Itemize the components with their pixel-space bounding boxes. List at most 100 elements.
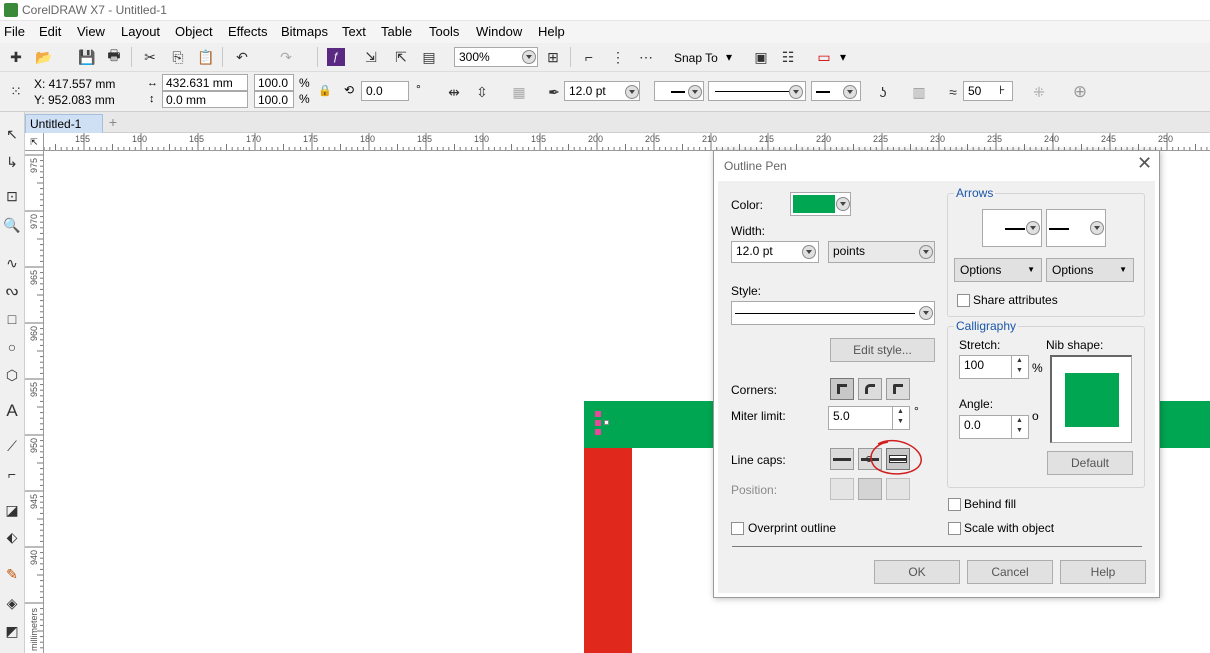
application-launcher-icon[interactable]: ☷ — [779, 48, 797, 66]
position-inside-button[interactable] — [886, 478, 910, 500]
overprint-checkbox[interactable] — [731, 522, 744, 535]
ellipse-tool-icon[interactable]: ○ — [2, 337, 22, 357]
connector-tool-icon[interactable]: ⌐ — [2, 464, 22, 484]
pick-tool-icon[interactable]: ↖ — [2, 124, 22, 144]
ok-button[interactable]: OK — [874, 560, 960, 584]
outline-width-dropdown-icon[interactable] — [625, 85, 639, 99]
redo-icon[interactable]: ↷ — [277, 48, 295, 66]
wrap-text-icon[interactable]: ▦ — [510, 83, 528, 101]
menu-tools[interactable]: Tools — [429, 24, 459, 39]
full-screen-icon[interactable]: ⊞ — [544, 48, 562, 66]
options-icon[interactable]: ▣ — [752, 48, 770, 66]
save-icon[interactable]: 💾 — [78, 48, 96, 66]
start-arrow-dropdown-icon[interactable] — [688, 85, 702, 99]
behind-fill-checkbox[interactable] — [948, 498, 961, 511]
menu-edit[interactable]: Edit — [39, 24, 61, 39]
node-handle[interactable] — [595, 411, 601, 417]
style-dropdown-icon[interactable] — [919, 306, 933, 320]
shape-tool-icon[interactable]: ↳ — [2, 152, 22, 172]
close-curve-icon[interactable]: ʖ — [874, 83, 892, 101]
node-handle[interactable] — [595, 429, 601, 435]
help-button[interactable]: Help — [1060, 560, 1146, 584]
menu-object[interactable]: Object — [175, 24, 213, 39]
slider-icon[interactable]: ⊦ — [999, 83, 1005, 97]
smoothing-field[interactable]: 50 — [963, 81, 1013, 101]
wrap-icon[interactable]: ▥ — [910, 83, 928, 101]
menu-window[interactable]: Window — [476, 24, 522, 39]
start-arrow-options-button[interactable]: Options ▼ — [954, 258, 1042, 282]
rotation-field[interactable]: 0.0 — [361, 81, 409, 101]
rulers-icon[interactable]: ⌐ — [580, 48, 598, 66]
x-position-field[interactable]: X: 417.557 mm — [34, 77, 115, 91]
menu-layout[interactable]: Layout — [121, 24, 160, 39]
nib-shape-preview[interactable] — [1050, 355, 1132, 443]
smart-fill-icon[interactable]: ◩ — [2, 621, 22, 641]
color-dropdown-icon[interactable] — [836, 197, 850, 211]
corner-round-button[interactable] — [858, 378, 882, 400]
menu-text[interactable]: Text — [342, 24, 366, 39]
scale-x-field[interactable]: 100.0 — [254, 74, 294, 91]
ruler-origin-icon[interactable]: ⇱ — [25, 133, 44, 151]
menu-table[interactable]: Table — [381, 24, 412, 39]
corner-miter-button[interactable] — [830, 378, 854, 400]
scale-y-field[interactable]: 100.0 — [254, 91, 294, 108]
add-tab-icon[interactable]: + — [105, 115, 121, 131]
crop-tool-icon[interactable]: ⊡ — [2, 186, 22, 206]
vertical-ruler[interactable]: 975 970 965 960 955 950 945 940 millimet… — [25, 151, 44, 653]
width-dropdown-icon[interactable] — [802, 245, 816, 259]
artistic-media-icon[interactable]: ᔓ — [2, 280, 22, 300]
end-arrow-dropdown-icon[interactable] — [843, 85, 857, 99]
y-position-field[interactable]: Y: 952.083 mm — [34, 93, 115, 107]
default-button[interactable]: Default — [1047, 451, 1133, 475]
zoom-dropdown-icon[interactable] — [522, 50, 536, 64]
tab-untitled-1[interactable]: Untitled-1 — [25, 114, 103, 133]
menu-effects[interactable]: Effects — [228, 24, 268, 39]
red-line-object[interactable] — [584, 448, 632, 653]
cut-icon[interactable]: ✂ — [141, 48, 159, 66]
edit-style-button[interactable]: Edit style... — [830, 338, 935, 362]
start-arrow-selector[interactable] — [982, 209, 1042, 247]
eyedropper-icon[interactable]: ✎ — [2, 564, 22, 584]
guidelines-icon[interactable]: ⋯ — [637, 48, 655, 66]
search-content-icon[interactable]: ƒ — [327, 48, 345, 66]
import-icon[interactable]: ⇲ — [362, 48, 380, 66]
drop-shadow-icon[interactable]: ◪ — [2, 500, 22, 520]
stretch-spinner[interactable]: ▲ ▼ — [1011, 356, 1027, 378]
menu-bitmaps[interactable]: Bitmaps — [281, 24, 328, 39]
open-icon[interactable]: 📂 — [35, 48, 53, 66]
polygon-tool-icon[interactable]: ⬡ — [2, 365, 22, 385]
close-icon[interactable]: ✕ — [1137, 153, 1152, 174]
copy-icon[interactable]: ⎘ — [169, 48, 187, 66]
lock-ratio-icon[interactable]: 🔒 — [318, 84, 332, 97]
position-center-button[interactable] — [858, 478, 882, 500]
end-arrow-selector[interactable] — [1046, 209, 1106, 247]
angle-spinner[interactable]: ▲ ▼ — [1011, 416, 1027, 438]
mirror-vertical-icon[interactable]: ⇳ — [473, 83, 491, 101]
color-picker[interactable] — [790, 192, 851, 216]
share-attributes-checkbox[interactable] — [957, 294, 970, 307]
export-icon[interactable]: ⇱ — [392, 48, 410, 66]
object-origin-icon[interactable]: ⁙ — [7, 82, 25, 100]
zoom-tool-icon[interactable]: 🔍 — [2, 215, 22, 235]
print-icon[interactable]: 🖶 — [105, 47, 123, 66]
position-outside-button[interactable] — [830, 478, 854, 500]
cap-butt-button[interactable] — [830, 448, 854, 470]
parallel-dimension-icon[interactable]: ⟋ — [2, 436, 22, 456]
welcome-screen-icon[interactable]: ▭ — [815, 48, 833, 66]
horizontal-ruler[interactable]: 155 160 165 170 175 180 185 190 195 200 … — [25, 133, 1210, 151]
interactive-fill-icon[interactable]: ◈ — [2, 593, 22, 613]
scale-with-object-checkbox[interactable] — [948, 522, 961, 535]
corner-bevel-button[interactable] — [886, 378, 910, 400]
chevron-down-icon[interactable]: ▾ — [726, 50, 732, 64]
object-width-field[interactable]: 432.631 mm — [162, 74, 248, 91]
units-dropdown-icon[interactable] — [919, 245, 933, 259]
chevron-down-icon[interactable]: ▾ — [840, 50, 846, 64]
paste-icon[interactable]: 📋 — [197, 48, 215, 66]
node-handle[interactable] — [604, 420, 609, 425]
freehand-tool-icon[interactable]: ∿ — [2, 253, 22, 273]
style-select[interactable] — [731, 301, 935, 325]
new-document-icon[interactable]: ✚ — [7, 48, 25, 66]
text-tool-icon[interactable]: A — [2, 401, 22, 421]
reduce-nodes-icon[interactable]: ⁜ — [1030, 83, 1048, 101]
add-icon[interactable]: ⊕ — [1071, 82, 1089, 101]
